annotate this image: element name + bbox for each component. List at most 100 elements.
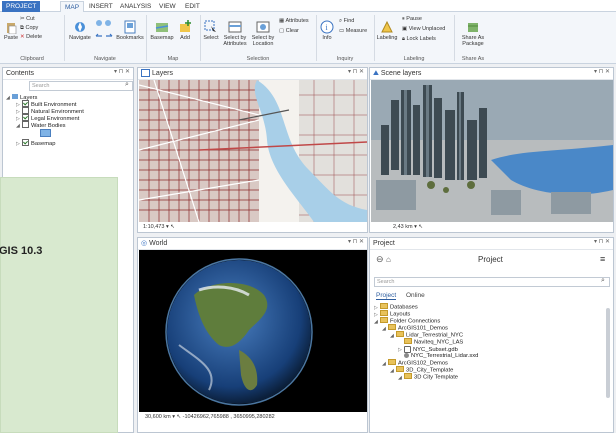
- select-by-attributes-label-2: Attributes: [223, 41, 247, 47]
- geodatabase-icon: [404, 346, 411, 353]
- overlay-title: GIS 10.3: [0, 245, 43, 257]
- label-icon: [381, 20, 393, 33]
- tree-item-nyc-gdb[interactable]: ▷ NYC_Subset.gdb: [374, 346, 604, 353]
- select-button[interactable]: Select: [203, 20, 219, 41]
- tree-item-arcgis102[interactable]: ◢ ArcGIS102_Demos: [374, 359, 604, 367]
- info-button[interactable]: i Info: [319, 20, 335, 41]
- tree-item-3d-city-template[interactable]: ◢ 3D City Template: [374, 373, 604, 381]
- labeling-group-label: Labeling: [403, 56, 425, 62]
- view-unplaced-icon: ▣: [402, 26, 408, 32]
- project-scrollbar[interactable]: [606, 308, 610, 398]
- view-controls[interactable]: ▾ ⊓ ✕: [594, 68, 610, 75]
- ribbon-separator: [64, 15, 65, 61]
- tab-project-catalog[interactable]: Project: [376, 292, 397, 300]
- select-by-attributes-button[interactable]: Select by Attributes: [221, 20, 249, 47]
- menu-icon[interactable]: ≡: [600, 254, 605, 264]
- tree-item-arcgis101[interactable]: ◢ ArcGIS101_Demos: [374, 324, 604, 332]
- tree-item-folder-connections[interactable]: ◢ Folder Connections: [374, 317, 604, 325]
- tool-pointer-icon[interactable]: ↖: [170, 224, 175, 230]
- delete-button[interactable]: ✕ Delete: [20, 34, 42, 40]
- tab-insert[interactable]: INSERT: [85, 1, 117, 12]
- measure-button[interactable]: ▭ Measure: [339, 28, 367, 34]
- navigate-label: Navigate: [69, 35, 91, 41]
- search-icon[interactable]: ⌕: [125, 81, 129, 89]
- layer-row-natural[interactable]: ▷ Natural Environment: [6, 107, 84, 115]
- lock-icon: 🔒︎: [402, 36, 405, 42]
- world-view-label: World: [149, 240, 168, 247]
- selection-group-label: Selection: [246, 56, 270, 62]
- layout-icon: [380, 310, 388, 316]
- ruler-icon: ▭: [339, 28, 345, 34]
- paste-label: Paste: [3, 35, 19, 41]
- scale-readout[interactable]: 1:10,473: [143, 224, 164, 230]
- tree-item-label: Databases: [390, 304, 418, 311]
- navigate-button[interactable]: Navigate: [66, 20, 94, 41]
- package-icon: [468, 23, 478, 32]
- tree-item-layouts[interactable]: ▷ Layouts: [374, 310, 604, 318]
- copy-button[interactable]: ⧉ Copy: [20, 25, 38, 32]
- layer-row-water[interactable]: ◢ Water Bodies: [6, 121, 84, 129]
- layer-checkbox[interactable]: [22, 121, 29, 128]
- layer-checkbox[interactable]: [22, 107, 29, 114]
- 3d-city-scene[interactable]: [371, 80, 613, 222]
- scale-dropdown-icon[interactable]: ▾: [172, 414, 175, 420]
- globe-view-icon: ◎: [141, 240, 148, 247]
- view-unplaced-button[interactable]: ▣ View Unplaced: [402, 26, 445, 32]
- select-label: Select: [203, 35, 219, 41]
- location-select-icon: [256, 21, 270, 33]
- pane-controls[interactable]: ▾ ⊓ ✕: [114, 68, 130, 75]
- tab-online[interactable]: Online: [406, 292, 425, 299]
- layer-checkbox[interactable]: [22, 114, 29, 121]
- tab-project[interactable]: PROJECT: [2, 1, 41, 12]
- pane-controls[interactable]: ▾ ⊓ ✕: [594, 238, 610, 245]
- globe-scene[interactable]: [139, 250, 367, 412]
- scale-dropdown-icon[interactable]: ▾: [166, 224, 169, 230]
- home-icon[interactable]: ⌂: [386, 255, 391, 264]
- layer-row-layers[interactable]: ◢ Layers: [6, 94, 84, 101]
- tab-map[interactable]: MAP: [60, 1, 85, 12]
- overlay-panel: GIS 10.3: [0, 177, 118, 433]
- scale-dropdown-icon[interactable]: ▾: [414, 224, 417, 230]
- clear-selection-button[interactable]: ▢ Clear: [279, 28, 299, 34]
- tab-edit[interactable]: EDIT: [181, 1, 204, 12]
- pause-labels-button[interactable]: ⏸ Pause: [402, 16, 422, 23]
- tab-view[interactable]: VIEW: [155, 1, 180, 12]
- lock-labels-button[interactable]: 🔒︎ Lock Labels: [402, 36, 436, 43]
- tab-analysis[interactable]: ANALYSIS: [116, 1, 155, 12]
- city-streets-map[interactable]: [139, 80, 367, 222]
- select-by-location-button[interactable]: Select by Location: [250, 20, 276, 47]
- basemap-button[interactable]: Basemap: [150, 20, 174, 41]
- layer-row-built[interactable]: ▷ Built Environment: [6, 100, 84, 108]
- clear-icon: ▢: [279, 28, 285, 34]
- layer-checkbox[interactable]: [22, 100, 29, 107]
- bookmarks-button[interactable]: Bookmarks: [116, 20, 144, 41]
- zoom-tools[interactable]: [94, 18, 114, 48]
- world-scale-readout[interactable]: 30,600 km: [145, 414, 171, 420]
- layer-row-basemap[interactable]: ▷ Basemap: [6, 139, 84, 147]
- back-icon[interactable]: ⊖: [376, 254, 384, 265]
- add-data-button[interactable]: Add: [176, 20, 194, 41]
- labeling-button[interactable]: Labeling: [376, 20, 398, 41]
- contents-search-input[interactable]: Search: [29, 81, 133, 91]
- share-as-package-button[interactable]: Share As Package: [458, 20, 488, 47]
- view-controls[interactable]: ▾ ⊓ ✕: [348, 68, 364, 75]
- tree-item-naviteq[interactable]: Naviteq_NYC_LAS: [374, 338, 604, 346]
- layer-checkbox[interactable]: [22, 139, 29, 146]
- search-icon[interactable]: ⌕: [601, 277, 605, 285]
- tool-pointer-icon[interactable]: ↖: [177, 414, 182, 420]
- paste-button[interactable]: Paste: [2, 22, 20, 41]
- layer-row-legal[interactable]: ▷ Legal Environment: [6, 114, 84, 122]
- project-search-input[interactable]: Search: [374, 277, 610, 287]
- tree-item-nyc-sxd[interactable]: NYC_Terrestrial_Lidar.sxd: [374, 353, 604, 360]
- table-select-icon: [228, 21, 242, 33]
- attributes-button[interactable]: ▦ Attributes: [279, 18, 309, 24]
- tool-pointer-icon[interactable]: ↖: [418, 224, 423, 230]
- tree-item-databases[interactable]: ▷ Databases: [374, 303, 604, 311]
- layers-map-view: Layers ▾ ⊓ ✕ 1:10,473 ▾ ↖: [137, 67, 368, 233]
- cut-button[interactable]: ✂ Cut: [20, 16, 35, 22]
- find-button[interactable]: ⌕ Find: [339, 18, 354, 25]
- database-icon: [380, 303, 388, 309]
- scene-scale-readout[interactable]: 2,43 km: [393, 224, 413, 230]
- tree-item-label: ArcGIS101_Demos: [398, 325, 448, 332]
- view-controls[interactable]: ▾ ⊓ ✕: [348, 238, 364, 245]
